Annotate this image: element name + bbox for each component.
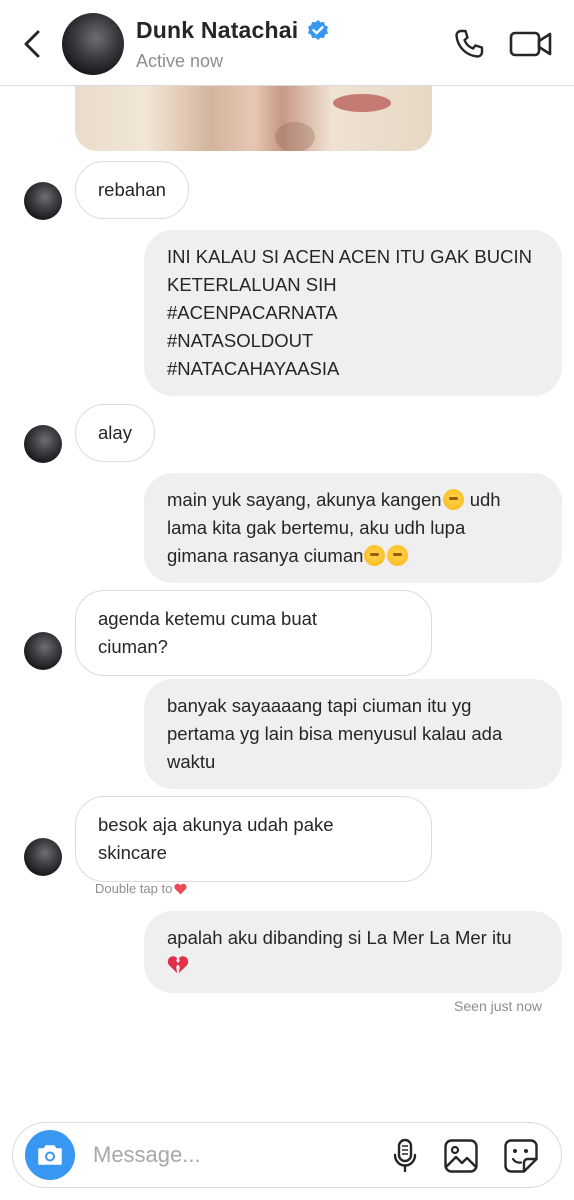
hint-text: Double tap to bbox=[95, 881, 173, 896]
message-text: alay bbox=[98, 422, 132, 443]
sticker-button[interactable] bbox=[501, 1136, 541, 1176]
hand-over-mouth-emoji-icon bbox=[387, 545, 409, 566]
pleading-face-emoji-icon bbox=[442, 489, 464, 510]
message-text: udh bbox=[464, 489, 501, 510]
video-camera-icon bbox=[509, 31, 552, 57]
video-call-button[interactable] bbox=[508, 24, 554, 64]
gallery-button[interactable] bbox=[441, 1136, 481, 1176]
photo-detail bbox=[275, 122, 315, 151]
message-line: main yuk sayang, akunya kangen udh bbox=[167, 486, 539, 514]
message-line: skincare bbox=[98, 842, 167, 863]
hand-over-mouth-emoji-icon bbox=[364, 545, 386, 566]
message-text: rebahan bbox=[98, 179, 166, 200]
back-arrow-icon bbox=[24, 30, 40, 58]
message-line: KETERLALUAN SIH bbox=[167, 274, 337, 295]
message-input[interactable] bbox=[93, 1136, 373, 1174]
message-line: #NATACAHAYAASIA bbox=[167, 358, 340, 379]
active-status: Active now bbox=[136, 51, 224, 71]
sender-avatar[interactable] bbox=[24, 182, 62, 220]
message-line: waktu bbox=[167, 751, 216, 772]
incoming-message[interactable]: agenda ketemu cuma buat ciuman? bbox=[75, 590, 432, 676]
camera-icon bbox=[38, 1145, 62, 1165]
photo-detail bbox=[333, 94, 391, 112]
voice-message-button[interactable] bbox=[385, 1136, 425, 1176]
message-line: INI KALAU SI ACEN ACEN ITU GAK BUCIN bbox=[167, 246, 532, 267]
incoming-message[interactable]: rebahan bbox=[75, 161, 189, 219]
message-line: apalah aku dibanding si La Mer La Mer it… bbox=[167, 927, 512, 948]
camera-button[interactable] bbox=[25, 1130, 75, 1180]
incoming-message[interactable]: besok aja akunya udah pake skincare bbox=[75, 796, 432, 882]
message-line: pertama yg lain bisa menyusul kalau ada bbox=[167, 723, 503, 744]
outgoing-message[interactable]: banyak sayaaaang tapi ciuman itu yg pert… bbox=[144, 679, 562, 789]
sender-avatar[interactable] bbox=[24, 838, 62, 876]
broken-heart-emoji-icon bbox=[167, 956, 189, 974]
outgoing-message[interactable]: apalah aku dibanding si La Mer La Mer it… bbox=[144, 911, 562, 993]
sticker-icon bbox=[504, 1139, 538, 1173]
message-line: gimana rasanya ciuman bbox=[167, 542, 539, 570]
sender-avatar[interactable] bbox=[24, 632, 62, 670]
message-line: #ACENPACARNATA bbox=[167, 302, 338, 323]
red-heart-icon bbox=[174, 883, 187, 894]
outgoing-message[interactable]: INI KALAU SI ACEN ACEN ITU GAK BUCIN KET… bbox=[144, 230, 562, 396]
verified-badge-icon bbox=[308, 19, 329, 40]
chat-header: Dunk Natachai Active now bbox=[0, 0, 574, 86]
message-line: #NATASOLDOUT bbox=[167, 330, 314, 351]
contact-name: Dunk Natachai bbox=[136, 17, 299, 43]
message-line: banyak sayaaaang tapi ciuman itu yg bbox=[167, 695, 472, 716]
outgoing-message[interactable]: main yuk sayang, akunya kangen udh lama … bbox=[144, 473, 562, 583]
seen-status: Seen just now bbox=[454, 998, 542, 1014]
message-composer bbox=[12, 1122, 562, 1188]
message-line: besok aja akunya udah pake bbox=[98, 814, 334, 835]
phone-icon bbox=[455, 29, 484, 58]
message-text: gimana rasanya ciuman bbox=[167, 545, 364, 566]
incoming-message[interactable]: alay bbox=[75, 404, 155, 462]
message-line: agenda ketemu cuma buat bbox=[98, 608, 318, 629]
contact-title-row[interactable]: Dunk Natachai bbox=[136, 17, 330, 44]
voice-call-button[interactable] bbox=[449, 24, 489, 64]
microphone-icon bbox=[393, 1138, 417, 1173]
message-line bbox=[167, 952, 539, 980]
gallery-icon bbox=[444, 1139, 478, 1173]
contact-avatar[interactable] bbox=[62, 13, 124, 75]
back-button[interactable] bbox=[16, 26, 48, 62]
sender-avatar[interactable] bbox=[24, 425, 62, 463]
double-tap-hint: Double tap to bbox=[95, 881, 187, 896]
shared-photo-message[interactable] bbox=[75, 86, 432, 151]
message-line: ciuman? bbox=[98, 636, 168, 657]
message-text: main yuk sayang, akunya kangen bbox=[167, 489, 442, 510]
message-line: lama kita gak bertemu, aku udh lupa bbox=[167, 517, 466, 538]
